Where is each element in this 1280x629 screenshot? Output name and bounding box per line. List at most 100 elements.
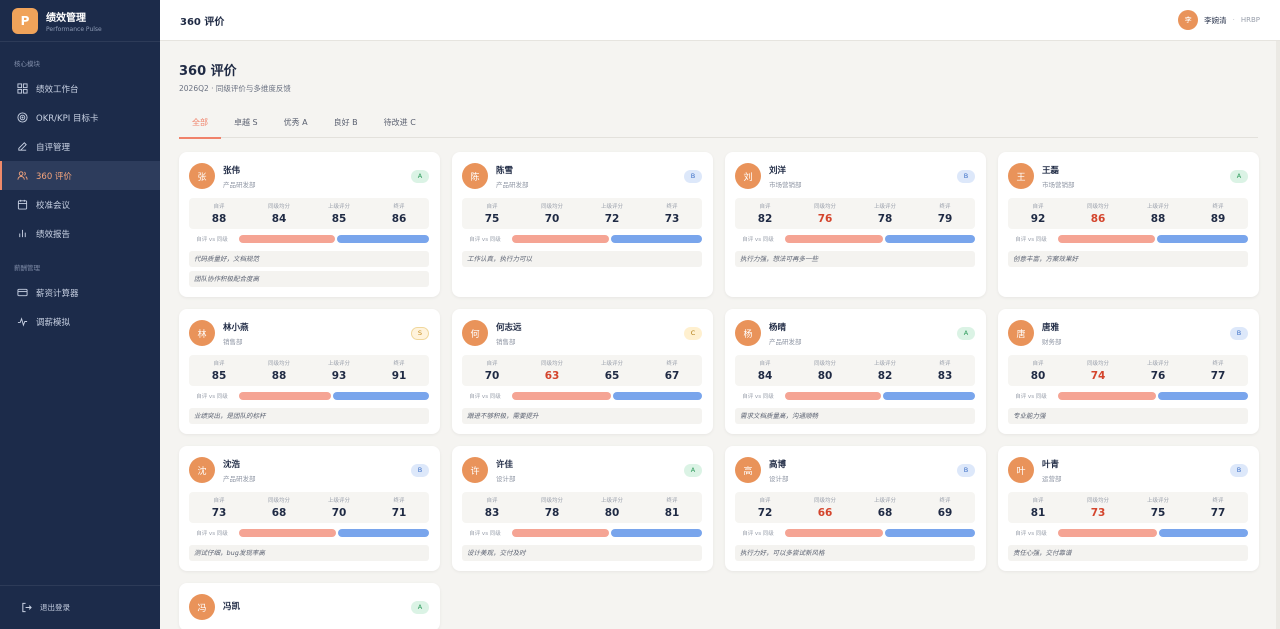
brand[interactable]: P 绩效管理 Performance Pulse <box>0 0 160 42</box>
users-icon <box>16 170 28 182</box>
score-value: 86 <box>1090 213 1106 225</box>
review-card[interactable]: 高高博 设计部 B 自评 72 同级均分 66 上级评分 68 终评 69 自评 vs 同级 执行力好，… <box>725 446 986 571</box>
score-label: 同级均分 <box>540 361 563 367</box>
score-peer: 同级均分 74 <box>1068 359 1128 382</box>
score-label: 自评 <box>1032 498 1044 504</box>
score-final: 终评 71 <box>369 496 429 519</box>
sidebar-item-report[interactable]: 绩效报告 <box>0 219 160 248</box>
score-peer: 同级均分 73 <box>1068 496 1128 519</box>
peer-score-bar <box>1158 529 1248 537</box>
score-label: 同级均分 <box>813 361 836 367</box>
score-value: 89 <box>1210 213 1226 225</box>
feedback-comment: 专业能力强 <box>1008 408 1248 424</box>
review-card[interactable]: 冯冯凯 A <box>179 583 440 629</box>
grade-badge: B <box>1230 326 1248 340</box>
score-boss: 上级评分 68 <box>855 496 915 519</box>
sidebar-item-label: 调薪模拟 <box>36 317 71 328</box>
review-card[interactable]: 何何志远 销售部 C 自评 70 同级均分 63 上级评分 65 终评 67 自评 vs 同级 跟进不够… <box>452 309 713 434</box>
sidebar: P 绩效管理 Performance Pulse 核心模块 绩效工作台 OKR/K… <box>0 0 160 629</box>
avatar: 张 <box>189 163 215 189</box>
review-card[interactable]: 张张伟 产品研发部 A 自评 88 同级均分 84 上级评分 85 终评 86 自评 vs 同级 代码质… <box>179 152 440 297</box>
avatar: 唐 <box>1008 320 1034 346</box>
score-label: 同级均分 <box>1086 361 1109 367</box>
tab-a[interactable]: 优秀 A <box>271 112 321 138</box>
score-panel: 自评 85 同级均分 88 上级评分 93 终评 91 <box>189 355 429 386</box>
sidebar-item-salary-calculator[interactable]: 薪资计算器 <box>0 278 160 307</box>
score-value: 70 <box>544 213 560 225</box>
score-label: 上级评分 <box>873 498 896 504</box>
score-value: 70 <box>484 370 500 382</box>
score-self: 自评 83 <box>462 496 522 519</box>
self-vs-peer: 自评 vs 同级 <box>1008 391 1248 401</box>
score-value: 80 <box>1030 370 1046 382</box>
peer-score-bar <box>1157 235 1248 243</box>
sidebar-item-okr[interactable]: OKR/KPI 目标卡 <box>0 103 160 132</box>
avatar: 沈 <box>189 457 215 483</box>
scrollbar[interactable] <box>1276 41 1280 629</box>
tab-all[interactable]: 全部 <box>179 112 221 139</box>
score-value: 85 <box>211 370 227 382</box>
score-value: 82 <box>757 213 773 225</box>
tab-s[interactable]: 卓越 S <box>221 112 271 138</box>
score-value: 66 <box>817 507 833 519</box>
score-panel: 自评 88 同级均分 84 上级评分 85 终评 86 <box>189 198 429 229</box>
grade-badge: A <box>411 600 429 614</box>
grade-badge: B <box>411 463 429 477</box>
review-card[interactable]: 王王磊 市场营销部 A 自评 92 同级均分 86 上级评分 88 终评 89 自评 vs 同级 创意丰… <box>998 152 1259 297</box>
review-card[interactable]: 陈陈雪 产品研发部 B 自评 75 同级均分 70 上级评分 72 终评 73 自评 vs 同级 工作认… <box>452 152 713 297</box>
tab-b[interactable]: 良好 B <box>321 112 371 138</box>
score-label: 终评 <box>393 361 405 367</box>
score-peer: 同级均分 86 <box>1068 202 1128 225</box>
sidebar-item-salary-simulation[interactable]: 调薪模拟 <box>0 307 160 336</box>
pulse-icon <box>16 316 28 328</box>
score-boss: 上级评分 82 <box>855 359 915 382</box>
score-boss: 上级评分 70 <box>309 496 369 519</box>
employee-dept: 市场营销部 <box>769 180 802 189</box>
tab-c[interactable]: 待改进 C <box>371 112 429 138</box>
review-card[interactable]: 杨杨晴 产品研发部 A 自评 84 同级均分 80 上级评分 82 终评 83 自评 vs 同级 需求文… <box>725 309 986 434</box>
review-card[interactable]: 沈沈浩 产品研发部 B 自评 73 同级均分 68 上级评分 70 终评 71 自评 vs 同级 测试仔… <box>179 446 440 571</box>
self-score-bar <box>785 392 882 400</box>
logout-button[interactable]: 退出登录 <box>0 585 160 629</box>
review-card[interactable]: 许许佳 设计部 A 自评 83 同级均分 78 上级评分 80 终评 81 自评 vs 同级 设计美观，… <box>452 446 713 571</box>
grade-badge: A <box>411 169 429 183</box>
review-card[interactable]: 唐唐雅 财务部 B 自评 80 同级均分 74 上级评分 76 终评 77 自评 vs 同级 专业能力强 <box>998 309 1259 434</box>
user-menu[interactable]: 李 李婉清 · HRBP <box>1178 10 1260 30</box>
score-label: 终评 <box>939 498 951 504</box>
feedback-comment: 工作认真，执行力可以 <box>462 251 702 267</box>
score-boss: 上级评分 80 <box>582 496 642 519</box>
sidebar-item-self-review[interactable]: 自评管理 <box>0 132 160 161</box>
score-value: 83 <box>937 370 953 382</box>
score-peer: 同级均分 88 <box>249 359 309 382</box>
score-value: 72 <box>757 507 773 519</box>
score-label: 同级均分 <box>813 204 836 210</box>
score-boss: 上级评分 76 <box>1128 359 1188 382</box>
sidebar-item-label: 薪资计算器 <box>36 288 79 299</box>
card-header: 唐唐雅 财务部 B <box>1008 319 1248 347</box>
score-label: 同级均分 <box>1086 498 1109 504</box>
score-value: 93 <box>331 370 347 382</box>
calendar-icon <box>16 199 28 211</box>
sidebar-item-calibration[interactable]: 校准会议 <box>0 190 160 219</box>
sidebar-item-workbench[interactable]: 绩效工作台 <box>0 74 160 103</box>
compare-label: 自评 vs 同级 <box>742 394 774 400</box>
grade-badge: B <box>957 169 975 183</box>
grade-badge: A <box>1230 169 1248 183</box>
sidebar-item-360-review[interactable]: 360 评价 <box>0 161 160 190</box>
score-final: 终评 73 <box>642 202 702 225</box>
employee-dept: 财务部 <box>1042 337 1062 346</box>
score-value: 75 <box>484 213 500 225</box>
self-vs-peer: 自评 vs 同级 <box>189 234 429 244</box>
review-card[interactable]: 叶叶青 运营部 B 自评 81 同级均分 73 上级评分 75 终评 77 自评 vs 同级 责任心强，… <box>998 446 1259 571</box>
grade-badge: A <box>957 326 975 340</box>
sidebar-item-label: 校准会议 <box>36 200 71 211</box>
score-value: 78 <box>544 507 560 519</box>
review-card[interactable]: 刘刘洋 市场营销部 B 自评 82 同级均分 76 上级评分 78 终评 79 自评 vs 同级 执行力… <box>725 152 986 297</box>
peer-score-bar <box>338 529 429 537</box>
score-value: 68 <box>877 507 893 519</box>
avatar: 李 <box>1178 10 1199 30</box>
review-card[interactable]: 林林小燕 销售部 S 自评 85 同级均分 88 上级评分 93 终评 91 自评 vs 同级 业绩突出… <box>179 309 440 434</box>
score-label: 终评 <box>939 361 951 367</box>
self-score-bar <box>239 235 336 243</box>
employee-name: 陈雪 <box>496 165 514 176</box>
